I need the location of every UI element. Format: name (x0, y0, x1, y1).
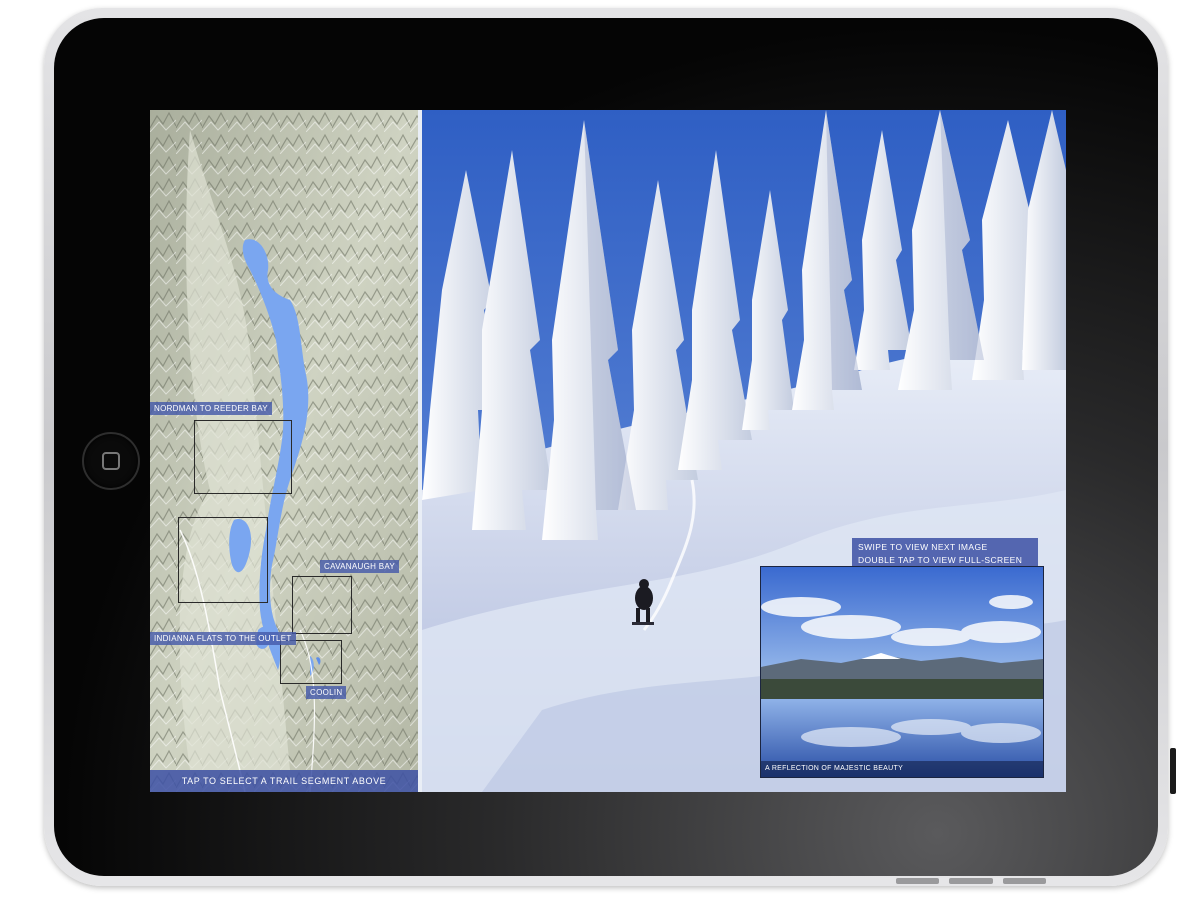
swipe-instruction: SWIPE TO VIEW NEXT IMAGE (858, 542, 988, 552)
bottom-ports (896, 878, 1046, 884)
home-button[interactable] (82, 432, 140, 490)
photo-gallery[interactable]: SWIPE TO VIEW NEXT IMAGE DOUBLE TAP TO V… (422, 110, 1066, 792)
home-square-icon (102, 452, 120, 470)
lake-reflection-photo (761, 567, 1043, 777)
segment-box-cavanaugh[interactable] (292, 576, 352, 634)
segment-label-cavanaugh[interactable]: CAVANAUGH BAY (320, 560, 400, 573)
tablet-screen: NORDMAN TO REEDER BAY CAVANAUGH BAY INDI… (150, 110, 1066, 792)
segment-box-indianna[interactable] (178, 517, 268, 603)
segment-box-nordman[interactable] (194, 420, 292, 494)
map-footer-instruction: TAP TO SELECT A TRAIL SEGMENT ABOVE (150, 770, 418, 792)
segment-label-nordman[interactable]: NORDMAN TO REEDER BAY (150, 402, 272, 415)
trail-map[interactable]: NORDMAN TO REEDER BAY CAVANAUGH BAY INDI… (150, 110, 418, 792)
segment-box-coolin[interactable] (280, 640, 342, 684)
volume-button[interactable] (1170, 748, 1176, 794)
lake-reflection-thumbnail[interactable]: A REFLECTION OF MAJESTIC BEAUTY (760, 566, 1044, 778)
thumbnail-caption: A REFLECTION OF MAJESTIC BEAUTY (761, 761, 1043, 777)
segment-label-indianna[interactable]: INDIANNA FLATS TO THE OUTLET (150, 632, 296, 645)
segment-label-coolin[interactable]: COOLIN (306, 686, 347, 699)
